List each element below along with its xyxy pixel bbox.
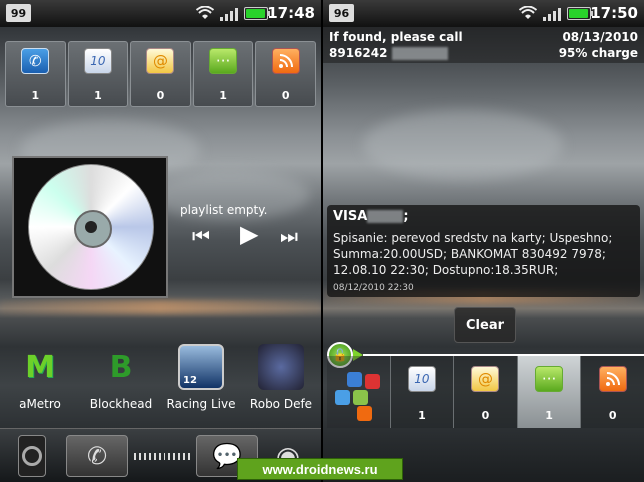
missed-calls-count: 1 xyxy=(31,89,40,102)
horizon-glow xyxy=(0,300,321,314)
email-count: 0 xyxy=(481,409,490,422)
quick-sms[interactable]: ··· 1 xyxy=(192,41,254,107)
watermark: www.droidnews.ru xyxy=(237,458,403,480)
quick-phone[interactable]: ✆ 1 xyxy=(5,41,66,107)
racing-badge: 12 xyxy=(183,375,197,386)
sms-mini-icon xyxy=(353,390,368,405)
battery-icon xyxy=(244,7,270,20)
email-icon: @ xyxy=(146,48,175,74)
app-label: aMetro xyxy=(19,397,61,411)
sms-body: Spisanie: perevod sredstv na karty; Uspe… xyxy=(333,231,613,277)
email-icon: @ xyxy=(471,366,500,392)
lock-quick-rss[interactable]: 0 xyxy=(580,356,644,428)
owner-phone: 8916242 xyxy=(329,46,448,60)
dialer-phone-icon[interactable]: ✆ xyxy=(66,435,128,477)
sms-timestamp: 08/12/2010 22:30 xyxy=(333,283,414,293)
sms-count: 1 xyxy=(219,89,227,102)
lock-quick-email[interactable]: @ 0 xyxy=(453,356,517,428)
rss-icon xyxy=(598,366,627,392)
clock: 17:48 xyxy=(267,4,315,22)
racing-car-icon: 12 xyxy=(178,344,224,390)
notification-badge: 96 xyxy=(329,4,354,22)
mail-icon xyxy=(365,374,380,389)
status-bar[interactable]: 99 17:48 xyxy=(0,0,321,27)
sms-notification-card[interactable]: VISA; Spisanie: perevod sredstv na karty… xyxy=(327,205,640,297)
lock-quick-panel: 10 1 @ 0 ··· 1 0 xyxy=(327,356,644,428)
app-label: Racing Live xyxy=(166,397,236,411)
previous-track-button[interactable]: ⏮ xyxy=(192,224,210,248)
wifi-icon xyxy=(519,6,537,19)
left-home-screen: 99 17:48 ✆ 1 10 1 @ 0 ··· 1 0 playlist e… xyxy=(0,0,321,482)
sms-sender: VISA; xyxy=(333,209,634,224)
robot-icon xyxy=(258,344,304,390)
sms-icon: ··· xyxy=(535,366,564,392)
rss-icon xyxy=(271,48,300,74)
app-label: Robo Defe xyxy=(249,397,313,411)
right-lock-screen: 96 17:50 If found, please call 8916242 0… xyxy=(323,0,644,482)
next-track-button[interactable]: ⏭ xyxy=(280,224,298,248)
lock-quick-sms[interactable]: ··· 1 xyxy=(516,356,581,428)
cd-icon xyxy=(28,164,154,290)
sms-sender-suffix: ; xyxy=(403,209,409,224)
clock: 17:50 xyxy=(590,4,638,22)
owner-info-banner: If found, please call 8916242 08/13/2010… xyxy=(323,27,644,63)
rss-count: 0 xyxy=(608,409,617,422)
redacted-block xyxy=(391,47,448,60)
redacted-block xyxy=(367,210,404,223)
app-cluster[interactable] xyxy=(327,356,390,428)
status-bar[interactable]: 96 17:50 xyxy=(323,0,644,27)
sms-sender-name: VISA xyxy=(333,209,368,224)
rss-count: 0 xyxy=(281,89,290,102)
blockhead-icon: B xyxy=(109,349,133,385)
battery-charge-label: 95% charge xyxy=(558,46,638,60)
calendar-count: 1 xyxy=(94,89,102,102)
play-button[interactable]: ▶ xyxy=(240,220,258,248)
app-drawer-grid-icon[interactable] xyxy=(133,435,191,477)
wifi-icon xyxy=(196,6,214,19)
app-robo-defense[interactable]: Robo Defe xyxy=(241,344,321,411)
app-racing-live[interactable]: 12 Racing Live xyxy=(161,344,241,411)
quick-rss[interactable]: 0 xyxy=(255,41,316,107)
notification-badge: 99 xyxy=(6,4,31,22)
music-widget-album-art[interactable] xyxy=(12,156,168,298)
rss-mini-icon xyxy=(357,406,372,421)
sms-icon: ··· xyxy=(209,48,238,74)
lock-quick-calendar[interactable]: 10 1 xyxy=(389,356,454,428)
app-label: Blockhead xyxy=(89,397,153,411)
date-label: 08/13/2010 xyxy=(562,30,638,44)
app-ametro[interactable]: M aMetro xyxy=(0,344,80,412)
calendar-count: 1 xyxy=(418,409,426,422)
clear-button[interactable]: Clear xyxy=(454,307,516,343)
gmail-icon xyxy=(347,372,362,387)
app-blockhead[interactable]: B Blockhead xyxy=(81,344,161,412)
owner-message: If found, please call xyxy=(329,30,463,44)
quick-calendar[interactable]: 10 1 xyxy=(67,41,129,107)
phone-mini-icon xyxy=(335,390,350,405)
owner-phone-prefix: 8916242 xyxy=(329,46,388,60)
signal-icon xyxy=(220,5,238,21)
ametro-icon: M xyxy=(25,349,55,385)
battery-icon xyxy=(567,7,593,20)
sms-count: 1 xyxy=(545,409,553,422)
phone-icon: ✆ xyxy=(21,48,50,74)
calendar-icon: 10 xyxy=(83,48,112,74)
calendar-icon: 10 xyxy=(407,366,436,392)
playlist-status: playlist empty. xyxy=(180,203,268,217)
quick-email[interactable]: @ 0 xyxy=(130,41,191,107)
quick-panel-widget: ✆ 1 10 1 @ 0 ··· 1 0 xyxy=(5,41,316,107)
email-count: 0 xyxy=(156,89,165,102)
speaker-icon[interactable] xyxy=(18,435,46,477)
cloud xyxy=(363,110,563,180)
signal-icon xyxy=(543,5,561,21)
